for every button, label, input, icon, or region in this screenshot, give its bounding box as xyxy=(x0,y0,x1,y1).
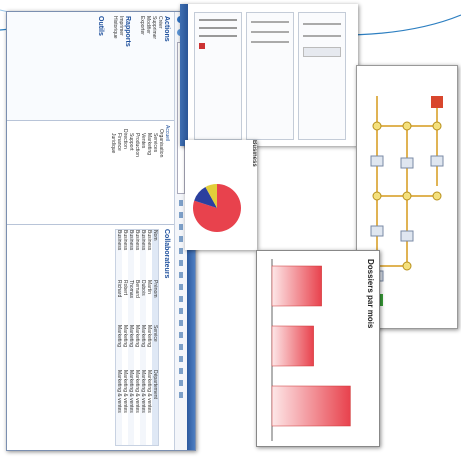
data-table: Nom Prénom Service Département Business … xyxy=(115,229,159,446)
table-cell: Dubois xyxy=(140,280,146,296)
table-cell: Marketing xyxy=(128,325,134,347)
action-item[interactable]: Supprimer xyxy=(151,16,157,116)
table-cell: Robert xyxy=(122,280,128,296)
bar xyxy=(271,385,351,427)
table-cell: Business xyxy=(122,230,128,251)
toolbar-icons xyxy=(179,200,183,400)
table-row[interactable]: Business Thomas Marketing Marketing & ve… xyxy=(128,230,134,445)
content-panel: Collaborateurs Nom Prénom Service Départ… xyxy=(7,225,174,450)
table-cell: Thomas xyxy=(128,280,134,299)
property-panel xyxy=(298,12,346,140)
column-header[interactable]: Département xyxy=(152,370,158,440)
table-cell: Marketing & ventes xyxy=(122,370,128,413)
main-window: Actions Créer Supprimer Modifier Exporte… xyxy=(6,11,196,451)
bar-chart-title: Dossiers par mois xyxy=(366,259,375,329)
pie-title: Business xyxy=(251,140,257,167)
bar-chart-card: Dossiers par mois xyxy=(256,250,380,447)
tree-item[interactable]: Support xyxy=(128,125,134,220)
table-row[interactable]: Business Martin Marketing Marketing & ve… xyxy=(146,230,152,445)
table-cell: Marketing & ventes xyxy=(146,370,152,413)
action-item[interactable]: Historique xyxy=(112,16,118,116)
property-panel xyxy=(246,12,294,140)
column-header[interactable]: Nom xyxy=(152,230,158,280)
actions-heading: Actions xyxy=(163,16,170,42)
tree-item[interactable]: Services xyxy=(152,125,158,220)
tree-item[interactable]: Organisation xyxy=(158,125,164,220)
tree-item[interactable]: Direction xyxy=(122,125,128,220)
page-title: Collaborateurs xyxy=(163,229,170,279)
table-cell: Marketing xyxy=(122,325,128,347)
bar-chart xyxy=(271,259,351,441)
tree-item[interactable]: Ventes xyxy=(140,125,146,220)
column-header[interactable]: Prénom xyxy=(152,280,158,325)
action-item[interactable]: Imprimer xyxy=(118,16,124,116)
pie-chart xyxy=(193,184,241,232)
table-cell: Marketing & ventes xyxy=(140,370,146,413)
table-cell: Marketing xyxy=(134,325,140,347)
table-cell: Marketing xyxy=(116,325,122,347)
column-header[interactable]: Service xyxy=(152,325,158,370)
bar xyxy=(271,325,314,367)
reports-heading: Rapports xyxy=(124,16,131,47)
table-cell: Marketing xyxy=(146,325,152,347)
tools-heading: Outils xyxy=(97,16,104,36)
table-cell: Martin xyxy=(146,280,152,294)
table-cell: Marketing & ventes xyxy=(134,370,140,413)
table-cell: Marketing & ventes xyxy=(128,370,134,413)
table-row[interactable]: Business Bernard Marketing Marketing & v… xyxy=(134,230,140,445)
left-navigation: Actions Créer Supprimer Modifier Exporte… xyxy=(7,12,174,121)
table-row[interactable]: Business Richard Marketing Marketing & v… xyxy=(116,230,122,445)
tree-item[interactable]: Marketing xyxy=(146,125,152,220)
table-cell: Business xyxy=(140,230,146,251)
properties-titlebar xyxy=(180,4,188,146)
table-cell: Business xyxy=(116,230,122,251)
tree-panel: Accueil Organisation Services Marketing … xyxy=(7,121,174,225)
table-cell: Bernard xyxy=(134,280,140,298)
end-node-icon[interactable] xyxy=(431,96,443,108)
action-item[interactable]: Modifier xyxy=(145,16,151,116)
table-row[interactable]: Business Robert Marketing Marketing & ve… xyxy=(122,230,128,445)
pie-chart-card: Business xyxy=(185,140,257,250)
property-panel xyxy=(194,12,242,140)
table-cell: Business xyxy=(134,230,140,251)
action-item[interactable]: Exporter xyxy=(139,16,145,116)
table-cell: Marketing xyxy=(140,325,146,347)
tree-item[interactable]: Finance xyxy=(116,125,122,220)
table-row[interactable]: Business Dubois Marketing Marketing & ve… xyxy=(140,230,146,445)
table-cell: Business xyxy=(128,230,134,251)
bar xyxy=(271,265,322,307)
table-cell: Richard xyxy=(116,280,122,298)
tree-item[interactable]: Production xyxy=(134,125,140,220)
table-cell: Marketing & ventes xyxy=(116,370,122,413)
tree-item[interactable]: Juridique xyxy=(110,125,116,220)
tree-item[interactable]: Accueil xyxy=(164,125,170,220)
properties-window xyxy=(180,4,358,146)
table-cell: Business xyxy=(146,230,152,251)
